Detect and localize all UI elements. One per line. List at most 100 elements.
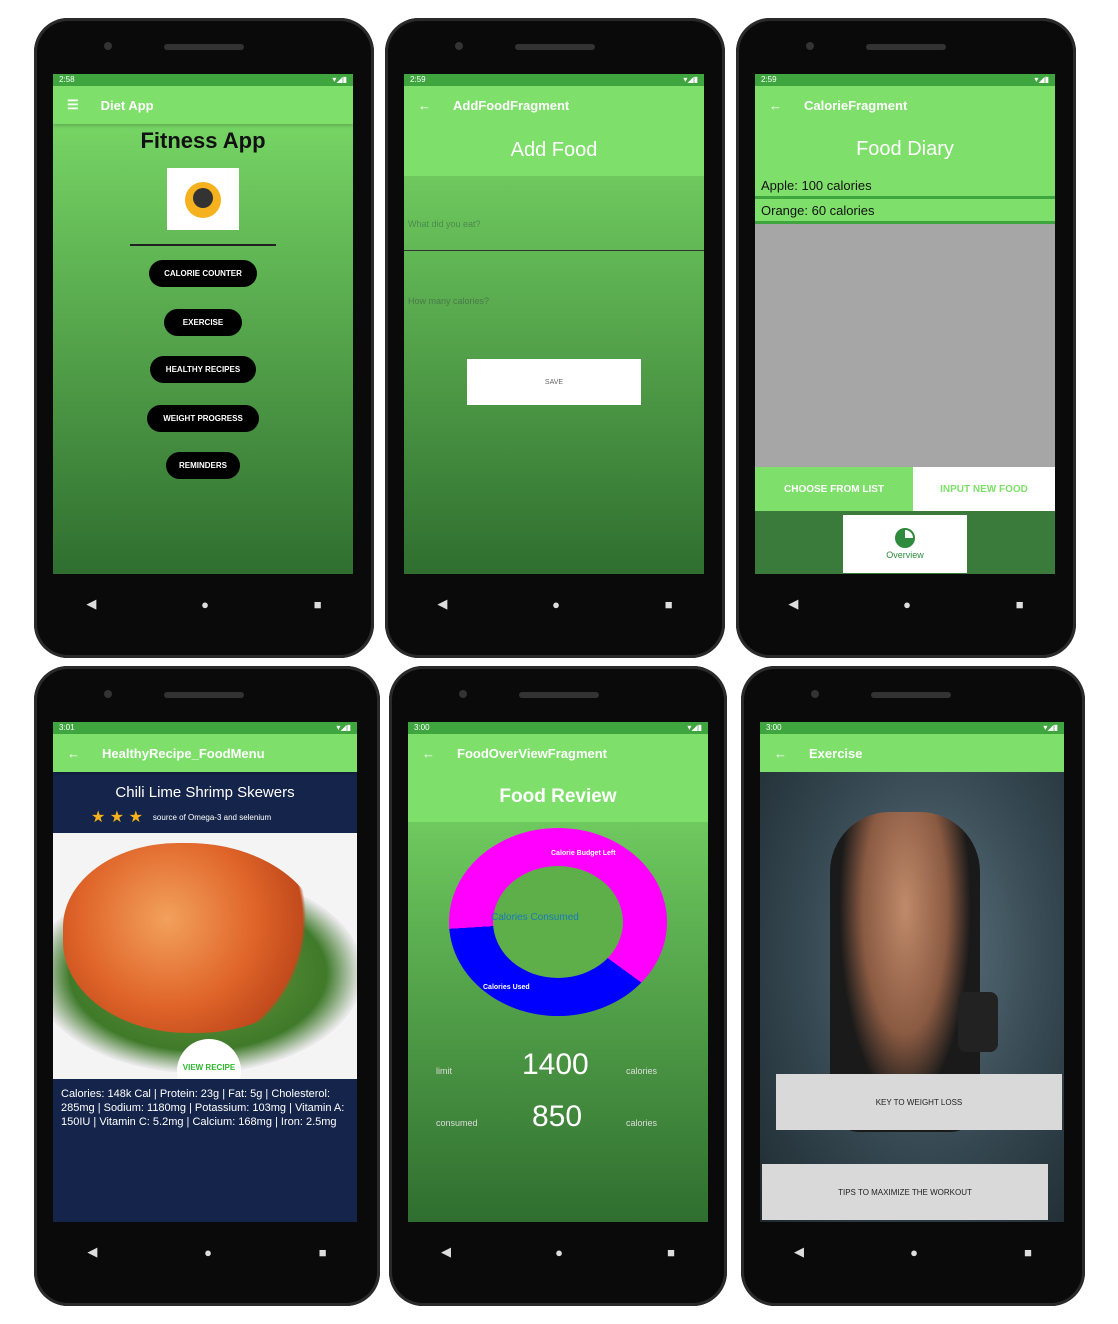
front-camera [811,690,819,698]
back-nav-icon[interactable]: ◀ [86,596,96,612]
input-new-food-label: INPUT NEW FOOD [940,483,1028,495]
calorie-counter-button[interactable]: CALORIE COUNTER [149,260,257,287]
recents-nav-icon[interactable]: ■ [314,597,322,612]
choose-from-list-label: CHOOSE FROM LIST [784,483,884,495]
speaker [519,692,599,698]
menu-icon[interactable]: ☰ [67,97,79,113]
back-nav-icon[interactable]: ◀ [437,596,447,612]
back-nav-icon[interactable]: ◀ [87,1244,97,1260]
app-bar-title: FoodOverViewFragment [457,745,608,761]
app-bar-title: HealthyRecipe_FoodMenu [102,745,265,761]
food-input[interactable]: What did you eat? [404,214,704,251]
status-bar: 2:59 ▾◢▮ [404,74,704,86]
pie-chart-icon [895,528,915,548]
diary-entry[interactable]: Apple: 100 calories [755,174,1055,199]
overview-tab[interactable]: Overview [843,515,967,573]
home-nav-icon[interactable]: ● [204,1245,212,1260]
speaker [164,692,244,698]
diary-entry-text: Apple: 100 calories [761,177,872,193]
donut-label-used: Calories Used [483,984,530,991]
tips-workout-button[interactable]: TIPS TO MAXIMIZE THE WORKOUT [762,1164,1048,1220]
view-recipe-label: VIEW RECIPE [182,1063,236,1072]
back-arrow-icon[interactable]: ← [774,746,787,761]
app-bar: ← AddFoodFragment [404,86,704,124]
speaker [515,44,595,50]
heading-band: Food Diary [755,124,1055,174]
weight-progress-button[interactable]: WEIGHT PROGRESS [147,405,259,432]
back-arrow-icon[interactable]: ← [769,98,782,113]
status-bar: 2:58 ▾◢▮ [53,74,353,86]
system-nav-bar: ◀ ● ■ [34,1234,380,1270]
home-nav-icon[interactable]: ● [555,1245,563,1260]
system-nav-bar: ◀ ● ■ [385,586,725,622]
page-heading: Food Diary [856,137,954,160]
speaker [164,44,244,50]
app-bar-title: Exercise [809,745,863,761]
exercise-button[interactable]: EXERCISE [164,309,242,336]
status-time: 3:01 [59,723,75,732]
calories-input-placeholder: How many calories? [408,296,490,306]
logo-plate-icon [185,182,221,218]
system-nav-bar: ◀ ● ■ [389,1234,727,1270]
nutrition-facts: Calories: 148k Cal | Protein: 23g | Fat:… [61,1088,345,1128]
recipe-rating-row: ★ ★ ★ source of Omega-3 and selenium [53,801,357,827]
recents-nav-icon[interactable]: ■ [1016,597,1024,612]
phone-frame-4: 3:01 ▾◢▮ ← HealthyRecipe_FoodMenu Chili L… [34,666,380,1306]
heading-band: Food Review [408,772,708,822]
recents-nav-icon[interactable]: ■ [665,597,673,612]
donut-label-budget: Calorie Budget Left [549,850,618,857]
recents-nav-icon[interactable]: ■ [667,1245,675,1260]
consumed-unit: calories [626,1118,658,1128]
phone-frame-3: 2:59 ▾◢▮ ← CalorieFragment Food Diary App… [736,18,1076,658]
diary-entry[interactable]: Orange: 60 calories [755,199,1055,224]
healthy-recipes-button[interactable]: HEALTHY RECIPES [150,356,256,383]
status-bar: 3:00 ▾◢▮ [408,722,708,734]
key-to-weight-loss-button[interactable]: KEY TO WEIGHT LOSS [776,1074,1062,1130]
back-nav-icon[interactable]: ◀ [788,596,798,612]
status-icons: ▾◢▮ [683,75,698,84]
app-bar-title: Diet App [100,97,154,113]
recents-nav-icon[interactable]: ■ [1024,1245,1032,1260]
choose-from-list-button[interactable]: CHOOSE FROM LIST [755,467,913,511]
back-nav-icon[interactable]: ◀ [441,1244,451,1260]
back-nav-icon[interactable]: ◀ [794,1244,804,1260]
save-button-label: SAVE [544,378,564,386]
status-bar: 3:00 ▾◢▮ [760,722,1064,734]
reminders-button[interactable]: REMINDERS [166,452,240,479]
diary-action-row: CHOOSE FROM LIST INPUT NEW FOOD [755,467,1055,511]
back-arrow-icon[interactable]: ← [67,746,80,761]
status-time: 3:00 [414,723,430,732]
back-arrow-icon[interactable]: ← [418,98,431,113]
app-bar: ☰ Diet App [53,86,353,124]
input-new-food-button[interactable]: INPUT NEW FOOD [913,467,1055,511]
page-heading: Add Food [510,138,598,161]
page-heading: Food Review [499,786,617,807]
speaker [866,44,946,50]
status-icons: ▾◢▮ [332,75,347,84]
phone-frame-2: 2:59 ▾◢▮ ← AddFoodFragment Add Food What … [385,18,725,658]
limit-value: 1400 [522,1048,589,1081]
back-arrow-icon[interactable]: ← [422,746,435,761]
speaker [871,692,951,698]
save-button[interactable]: SAVE [467,359,641,405]
diary-entry-text: Orange: 60 calories [761,202,875,218]
home-nav-icon[interactable]: ● [910,1245,918,1260]
app-bar-title: AddFoodFragment [453,97,570,113]
recipe-title: Chili Lime Shrimp Skewers [115,784,295,801]
recents-nav-icon[interactable]: ■ [319,1245,327,1260]
calories-input[interactable]: How many calories? [404,291,704,315]
status-icons: ▾◢▮ [687,723,702,732]
overview-label: Overview [886,550,924,560]
recipe-tagline: source of Omega-3 and selenium [152,812,272,822]
home-nav-icon[interactable]: ● [552,597,560,612]
divider [130,244,276,246]
home-nav-icon[interactable]: ● [903,597,911,612]
limit-unit: calories [626,1066,658,1076]
app-bar: ← Exercise [760,734,1064,772]
system-nav-bar: ◀ ● ■ [34,586,374,622]
consumed-label: consumed [436,1118,478,1128]
home-nav-icon[interactable]: ● [201,597,209,612]
screen-add-food: 2:59 ▾◢▮ ← AddFoodFragment Add Food What … [404,74,704,574]
key-to-weight-loss-label: KEY TO WEIGHT LOSS [875,1097,963,1107]
screen-food-review: 3:00 ▾◢▮ ← FoodOverViewFragment Food Revi… [408,722,708,1222]
